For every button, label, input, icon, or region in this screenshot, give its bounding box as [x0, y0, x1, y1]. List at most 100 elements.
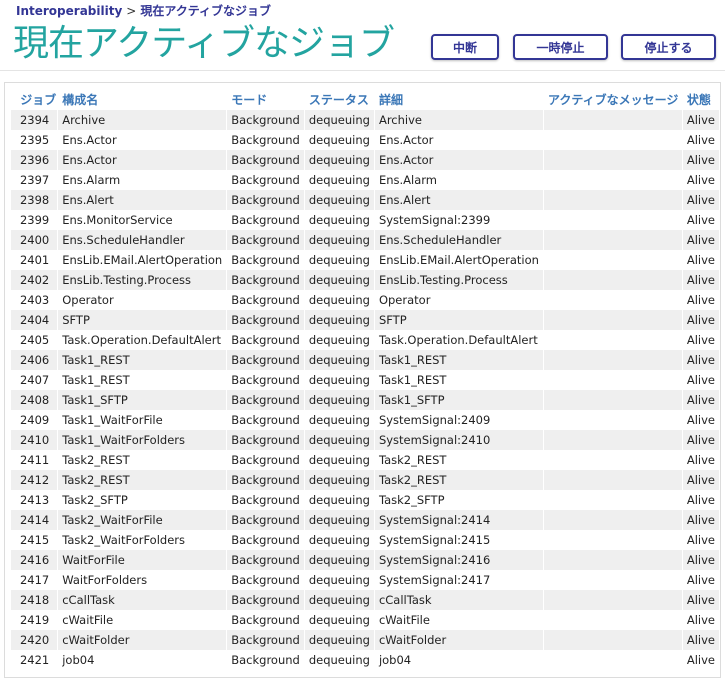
- job-id-cell: 2421: [11, 650, 59, 670]
- config-name-cell: Operator: [58, 290, 228, 310]
- job-id-cell: 2413: [11, 490, 59, 510]
- config-name-cell: Task2_WaitForFile: [58, 510, 228, 530]
- state-cell: Alive: [682, 590, 720, 610]
- breadcrumb-link-interoperability[interactable]: Interoperability: [16, 4, 122, 18]
- column-header-detail[interactable]: 詳細: [375, 90, 544, 110]
- table-row[interactable]: 2419 cWaitFile Background dequeuing cWaitFil…: [11, 610, 720, 630]
- mode-cell: Background: [227, 410, 305, 430]
- status-cell: dequeuing: [304, 110, 375, 130]
- detail-cell: Ens.Alert: [374, 190, 544, 210]
- table-row[interactable]: 2416 WaitForFile Background dequeuing System…: [11, 550, 720, 570]
- status-cell: dequeuing: [305, 330, 375, 350]
- mode-cell: Background: [227, 390, 305, 410]
- detail-cell: SystemSignal:2416: [374, 550, 544, 570]
- table-row[interactable]: 2397 Ens.Alarm Background dequeuing Ens.Alar…: [11, 170, 720, 190]
- detail-cell: Operator: [375, 290, 544, 310]
- column-header-state[interactable]: 状態: [683, 90, 720, 110]
- table-row[interactable]: 2396 Ens.Actor Background dequeuing Ens.Acto…: [11, 150, 720, 170]
- active-message-cell: [543, 310, 683, 330]
- job-id-cell: 2398: [11, 190, 59, 210]
- table-row[interactable]: 2403 Operator Background dequeuing Operator A…: [11, 290, 720, 310]
- detail-cell: Task2_SFTP: [375, 490, 544, 510]
- table-row[interactable]: 2412 Task2_REST Background dequeuing Task2_R…: [11, 470, 720, 490]
- table-row[interactable]: 2421 job04 Background dequeuing job04 Alive: [11, 650, 720, 670]
- table-row[interactable]: 2400 Ens.ScheduleHandler Background dequeui…: [11, 230, 720, 250]
- table-row[interactable]: 2414 Task2_WaitForFile Background dequeuing…: [11, 510, 720, 530]
- table-row[interactable]: 2413 Task2_SFTP Background dequeuing Task2_S…: [11, 490, 720, 510]
- job-id-cell: 2414: [11, 510, 59, 530]
- table-row[interactable]: 2415 Task2_WaitForFolders Background dequeu…: [11, 530, 720, 550]
- table-row[interactable]: 2404 SFTP Background dequeuing SFTP Alive: [11, 310, 720, 330]
- status-cell: dequeuing: [305, 650, 375, 670]
- status-cell: dequeuing: [304, 390, 375, 410]
- status-cell: dequeuing: [305, 450, 375, 470]
- table-row[interactable]: 2394 Archive Background dequeuing Archive Ali…: [11, 110, 720, 130]
- job-id-cell: 2410: [11, 430, 59, 450]
- column-header-job[interactable]: ジョブ: [11, 90, 58, 110]
- detail-cell: Task1_REST: [374, 350, 544, 370]
- column-header-mode[interactable]: モード: [227, 90, 305, 110]
- mode-cell: Background: [227, 470, 305, 490]
- active-message-cell: [544, 570, 683, 590]
- column-header-status[interactable]: ステータス: [305, 90, 375, 110]
- table-row[interactable]: 2411 Task2_REST Background dequeuing Task2_R…: [11, 450, 720, 470]
- breadcrumb-current: 現在アクティブなジョブ: [140, 4, 272, 18]
- job-id-cell: 2416: [11, 550, 59, 570]
- config-name-cell: Ens.Actor: [58, 130, 228, 150]
- config-name-cell: WaitForFile: [58, 550, 228, 570]
- detail-cell: Ens.Actor: [374, 150, 544, 170]
- table-row[interactable]: 2405 Task.Operation.DefaultAlert Backgroun…: [11, 330, 720, 350]
- stop-button[interactable]: 停止する: [621, 34, 716, 60]
- abort-button[interactable]: 中断: [431, 34, 499, 60]
- job-id-cell: 2404: [11, 310, 59, 330]
- job-id-cell: 2401: [11, 250, 59, 270]
- table-row[interactable]: 2409 Task1_WaitForFile Background dequeuing…: [11, 410, 720, 430]
- config-name-cell: Task2_SFTP: [58, 490, 228, 510]
- table-row[interactable]: 2417 WaitForFolders Background dequeuing Sys…: [11, 570, 720, 590]
- table-row[interactable]: 2399 Ens.MonitorService Background dequeuin…: [11, 210, 720, 230]
- state-cell: Alive: [683, 490, 720, 510]
- table-row[interactable]: 2407 Task1_REST Background dequeuing Task1_R…: [11, 370, 720, 390]
- table-row[interactable]: 2420 cWaitFolder Background dequeuing cWaitF…: [11, 630, 720, 650]
- status-cell: dequeuing: [304, 230, 375, 250]
- active-message-cell: [543, 470, 683, 490]
- column-header-active-message[interactable]: アクティブなメッセージ: [544, 90, 683, 110]
- config-name-cell: cWaitFile: [58, 610, 228, 630]
- table-row[interactable]: 2406 Task1_REST Background dequeuing Task1_R…: [11, 350, 720, 370]
- table-row[interactable]: 2401 EnsLib.EMail.AlertOperation Backgroun…: [11, 250, 720, 270]
- detail-cell: cWaitFolder: [374, 630, 544, 650]
- status-cell: dequeuing: [304, 190, 375, 210]
- detail-cell: SystemSignal:2409: [375, 410, 544, 430]
- detail-cell: Task2_REST: [375, 450, 544, 470]
- config-name-cell: WaitForFolders: [58, 570, 228, 590]
- mode-cell: Background: [227, 250, 305, 270]
- table-row[interactable]: 2408 Task1_SFTP Background dequeuing Task1_S…: [11, 390, 720, 410]
- table-row[interactable]: 2395 Ens.Actor Background dequeuing Ens.Acto…: [11, 130, 720, 150]
- mode-cell: Background: [227, 270, 305, 290]
- status-cell: dequeuing: [305, 290, 375, 310]
- active-message-cell: [543, 390, 683, 410]
- mode-cell: Background: [227, 450, 305, 470]
- state-cell: Alive: [682, 550, 720, 570]
- column-header-config-name[interactable]: 構成名: [58, 90, 227, 110]
- state-cell: Alive: [682, 190, 720, 210]
- table-row[interactable]: 2418 cCallTask Background dequeuing cCallTas…: [11, 590, 720, 610]
- table-row[interactable]: 2398 Ens.Alert Background dequeuing Ens.Aler…: [11, 190, 720, 210]
- table-row[interactable]: 2410 Task1_WaitForFolders Background dequeu…: [11, 430, 720, 450]
- state-cell: Alive: [683, 570, 720, 590]
- state-cell: Alive: [683, 650, 720, 670]
- job-id-cell: 2395: [11, 130, 59, 150]
- detail-cell: SystemSignal:2399: [375, 210, 544, 230]
- job-id-cell: 2408: [11, 390, 59, 410]
- job-id-cell: 2403: [11, 290, 59, 310]
- config-name-cell: Task1_WaitForFolders: [58, 430, 228, 450]
- active-message-cell: [544, 450, 683, 470]
- state-cell: Alive: [682, 350, 720, 370]
- status-cell: dequeuing: [304, 270, 375, 290]
- config-name-cell: Ens.ScheduleHandler: [58, 230, 228, 250]
- state-cell: Alive: [683, 250, 720, 270]
- job-id-cell: 2412: [11, 470, 59, 490]
- job-id-cell: 2402: [11, 270, 59, 290]
- table-row[interactable]: 2402 EnsLib.Testing.Process Background dequ…: [11, 270, 720, 290]
- suspend-button[interactable]: 一時停止: [513, 34, 608, 60]
